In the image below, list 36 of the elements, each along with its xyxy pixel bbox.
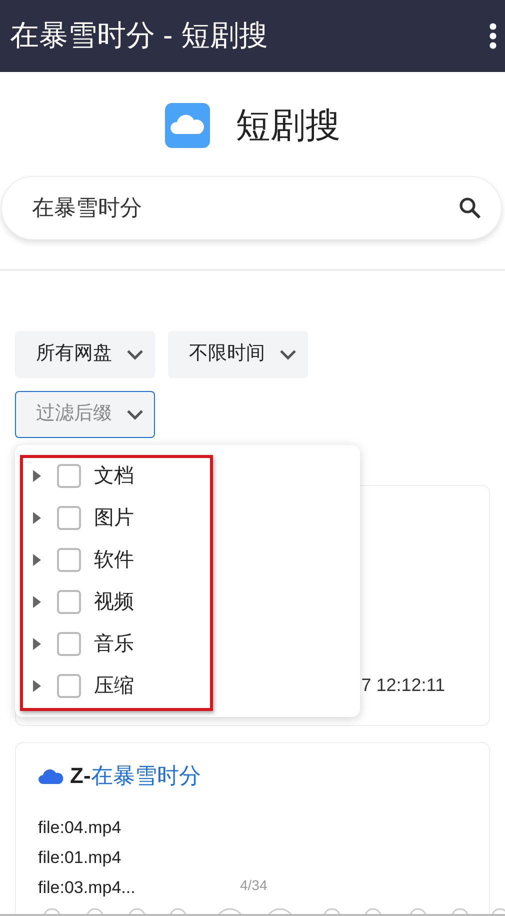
window-title: 在暴雪时分 - 短剧搜 (10, 22, 268, 50)
more-menu-icon[interactable] (489, 23, 497, 49)
option-label[interactable]: 压缩 (94, 671, 134, 701)
chevron-down-icon (279, 348, 297, 360)
result-title-link[interactable]: Z-在暴雪时分 (70, 765, 201, 787)
checkbox[interactable] (57, 506, 81, 530)
checkbox[interactable] (57, 590, 81, 614)
file-name: file:04.mp4 (38, 817, 122, 838)
checkbox[interactable] (57, 632, 81, 656)
result-date: 7 12:12:11 (361, 674, 445, 697)
option-label[interactable]: 文档 (94, 461, 134, 491)
checkbox[interactable] (57, 548, 81, 572)
option-label[interactable]: 视频 (94, 587, 134, 617)
file-name: file:03.mp4... (38, 877, 136, 898)
checkbox[interactable] (57, 464, 81, 488)
option-label[interactable]: 软件 (94, 545, 134, 575)
cloud-icon (38, 767, 64, 785)
filter-dropdown[interactable]: 所有网盘 (15, 331, 155, 378)
cloud-logo-icon (164, 103, 210, 148)
chevron-down-icon (126, 408, 144, 420)
page-counter: 4/34 (240, 876, 268, 895)
expand-arrow-icon[interactable] (32, 638, 42, 650)
expand-arrow-icon[interactable] (32, 596, 42, 608)
expand-arrow-icon[interactable] (32, 554, 42, 566)
site-title: 短剧搜 (236, 108, 340, 143)
chevron-down-icon (126, 348, 144, 360)
filter-dropdown[interactable]: 不限时间 (168, 331, 308, 378)
file-name: file:01.mp4 (38, 847, 122, 868)
expand-arrow-icon[interactable] (32, 680, 42, 692)
checkbox[interactable] (57, 674, 81, 698)
option-label[interactable]: 音乐 (94, 629, 134, 659)
search-icon[interactable] (458, 196, 482, 220)
search-field[interactable]: 在暴雪时分 (1, 176, 502, 240)
expand-arrow-icon[interactable] (32, 470, 42, 482)
option-label[interactable]: 图片 (94, 503, 134, 533)
expand-arrow-icon[interactable] (32, 512, 42, 524)
